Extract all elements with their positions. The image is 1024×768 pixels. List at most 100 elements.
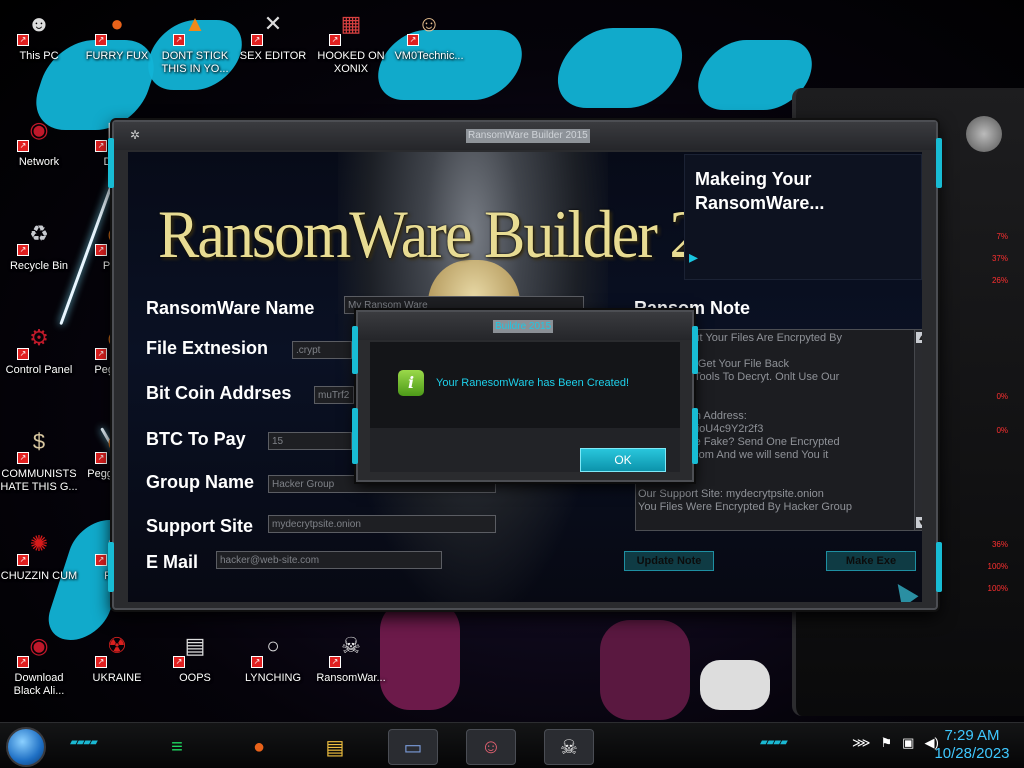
desktop-icon-label: Network <box>18 156 60 168</box>
desktop-icon[interactable]: ⚙ ↗ Control Panel <box>0 316 78 377</box>
shortcut-arrow-icon: ↗ <box>173 656 185 668</box>
desktop-icon-label: FURRY FUX <box>85 50 149 62</box>
btc-to-pay-input[interactable] <box>268 432 352 450</box>
desktop-icon-label: Recycle Bin <box>9 260 69 272</box>
shortcut-arrow-icon: ↗ <box>251 656 263 668</box>
red-orb-icon: ◉ ↗ <box>17 108 61 152</box>
skull-icon: ☠ ↗ <box>329 624 373 668</box>
taskbar-app-button[interactable]: ▭ <box>388 729 438 765</box>
network-icon[interactable]: ▣ <box>902 735 914 751</box>
gadget-meter-value: 37% <box>991 254 1008 263</box>
file-extension-label: File Extnesion <box>146 338 269 358</box>
status-panel: Makeing Your RansomWare... ▸ <box>684 154 922 280</box>
taskbar-app-button[interactable]: ☺ <box>466 729 516 765</box>
make-exe-button[interactable]: Make Exe <box>826 551 916 571</box>
desktop-icon[interactable]: ♻ ↗ Recycle Bin <box>0 212 78 273</box>
taskbar-decoration-icon: ▰▰▰▰ <box>760 737 788 748</box>
taskbar-app-button[interactable]: ☠ <box>544 729 594 765</box>
ok-button[interactable]: OK <box>580 448 666 472</box>
bitcoin-address-input[interactable] <box>314 386 354 404</box>
support-site-input[interactable] <box>268 515 496 533</box>
file-extension-input[interactable] <box>292 341 352 359</box>
shortcut-arrow-icon: ↗ <box>17 554 29 566</box>
window-titlebar[interactable]: ✲ RansomWare Builder 2015 <box>114 122 936 150</box>
info-icon: i <box>398 370 424 396</box>
flag-icon[interactable]: ⚑ <box>881 735 893 751</box>
desktop-icon[interactable]: ☠ ↗ RansomWar... <box>312 624 390 685</box>
red-orb-icon: ◉ ↗ <box>17 624 61 668</box>
shortcut-arrow-icon: ↗ <box>251 34 263 46</box>
email-input[interactable] <box>216 551 442 569</box>
status-text: Makeing Your RansomWare... <box>695 169 825 213</box>
desktop-icon[interactable]: ☺ ↗ VM0Technic... <box>390 2 468 63</box>
desktop-icon[interactable]: ▤ ↗ OOPS <box>156 624 234 685</box>
shortcut-arrow-icon: ↗ <box>173 34 185 46</box>
desktop-icon[interactable]: ▦ ↗ HOOKED ON XONIX <box>312 2 390 76</box>
radiation-icon: ☢ ↗ <box>95 624 139 668</box>
clock-time: 7:29 AM <box>944 727 1000 744</box>
tray-chevron-icon[interactable]: ⋙ <box>852 735 871 751</box>
cartoon-character-icon: ☻ ↗ <box>17 2 61 46</box>
shortcut-arrow-icon: ↗ <box>17 34 29 46</box>
shortcut-arrow-icon: ↗ <box>95 452 107 464</box>
chuzzle-icon: ✺ ↗ <box>17 522 61 566</box>
recycle-bin-icon: ♻ ↗ <box>17 212 61 256</box>
shortcut-arrow-icon: ↗ <box>17 348 29 360</box>
doctor-icon: ☺ ↗ <box>407 2 451 46</box>
frame-rail-right-top <box>936 138 942 188</box>
desktop-icon-label: This PC <box>19 50 59 62</box>
start-button[interactable] <box>6 727 46 767</box>
shortcut-arrow-icon: ↗ <box>95 140 107 152</box>
desktop-icon-label: Download Black Ali... <box>13 672 65 697</box>
scroll-down-icon[interactable]: ▼ <box>916 517 922 528</box>
shortcut-arrow-icon: ↗ <box>17 452 29 464</box>
taskbar-decoration-icon: ▰▰▰▰ <box>70 737 98 748</box>
desktop-icon[interactable]: ◉ ↗ Network <box>0 108 78 169</box>
update-note-button[interactable]: Update Note <box>624 551 714 571</box>
taskbar-app-button[interactable]: ▤ <box>310 729 360 765</box>
desktop-icon[interactable]: ◉ ↗ Download Black Ali... <box>0 624 78 698</box>
clock[interactable]: 7:29 AM 10/28/2023 <box>924 727 1020 763</box>
dialog-title: Buildre 2015 <box>493 320 554 333</box>
desktop-icon[interactable]: ✺ ↗ CHUZZIN CUM <box>0 522 78 583</box>
firefox-icon: ● ↗ <box>95 2 139 46</box>
desktop-icon[interactable]: ● ↗ FURRY FUX <box>78 2 156 63</box>
gadget-meter-value: 100% <box>987 584 1008 593</box>
dialog-titlebar[interactable]: Buildre 2015 <box>358 312 692 340</box>
gadget-meter-value: 26% <box>991 276 1008 285</box>
gadget-meter-value: 36% <box>991 540 1008 549</box>
shortcut-arrow-icon: ↗ <box>95 34 107 46</box>
desktop-icon[interactable]: ✕ ↗ SEX EDITOR <box>234 2 312 63</box>
clock-date: 10/28/2023 <box>934 745 1010 762</box>
frame-rail-right-bottom <box>936 542 942 592</box>
shortcut-arrow-icon: ↗ <box>17 140 29 152</box>
alienware-logo-icon <box>966 116 1002 152</box>
dialog-rail-left <box>352 326 358 374</box>
desktop-icon-label: DONT STICK THIS IN YO... <box>161 50 229 75</box>
xonix-game-icon: ▦ ↗ <box>329 2 373 46</box>
desktop-icon[interactable]: ☻ ↗ This PC <box>0 2 78 63</box>
taskbar-app-button[interactable]: ● <box>234 729 284 765</box>
desktop-icon[interactable]: ☢ ↗ UKRAINE <box>78 624 156 685</box>
vlc-cone-icon: ▲ ↗ <box>173 2 217 46</box>
money-bag-icon: $ ↗ <box>17 420 61 464</box>
scroll-up-icon[interactable]: ▲ <box>916 332 922 343</box>
ransom-note-scrollbar[interactable]: ▲ ▼ <box>914 330 922 530</box>
rope-noose-icon: ○ ↗ <box>251 624 295 668</box>
window-system-menu-icon[interactable]: ✲ <box>130 128 144 142</box>
shortcut-arrow-icon: ↗ <box>329 656 341 668</box>
email-label: E Mail <box>146 552 199 572</box>
frame-rail-left-bottom <box>108 542 114 592</box>
desktop-icon[interactable]: ○ ↗ LYNCHING <box>234 624 312 685</box>
group-name-label: Group Name <box>146 472 255 492</box>
desktop-icon[interactable]: ▲ ↗ DONT STICK THIS IN YO... <box>156 2 234 76</box>
shortcut-arrow-icon: ↗ <box>95 554 107 566</box>
taskbar: ▰▰▰▰ ≡ ● ▤ ▭ ☺ ☠ ▰▰▰▰ ⋙ ⚑ ▣ ◀) 7:29 AM 10/28/… <box>0 722 1024 768</box>
gadget-meter-value: 0% <box>996 392 1008 401</box>
taskbar-app-button[interactable]: ≡ <box>152 729 202 765</box>
desktop-icon[interactable]: $ ↗ COMMUNISTS HATE THIS G... <box>0 420 78 494</box>
desktop-icon-label: COMMUNISTS HATE THIS G... <box>0 468 78 493</box>
dialog-rail-right-lower <box>692 408 698 464</box>
control-panel-icon: ⚙ ↗ <box>17 316 61 360</box>
play-arrow-icon: ▸ <box>689 247 699 267</box>
